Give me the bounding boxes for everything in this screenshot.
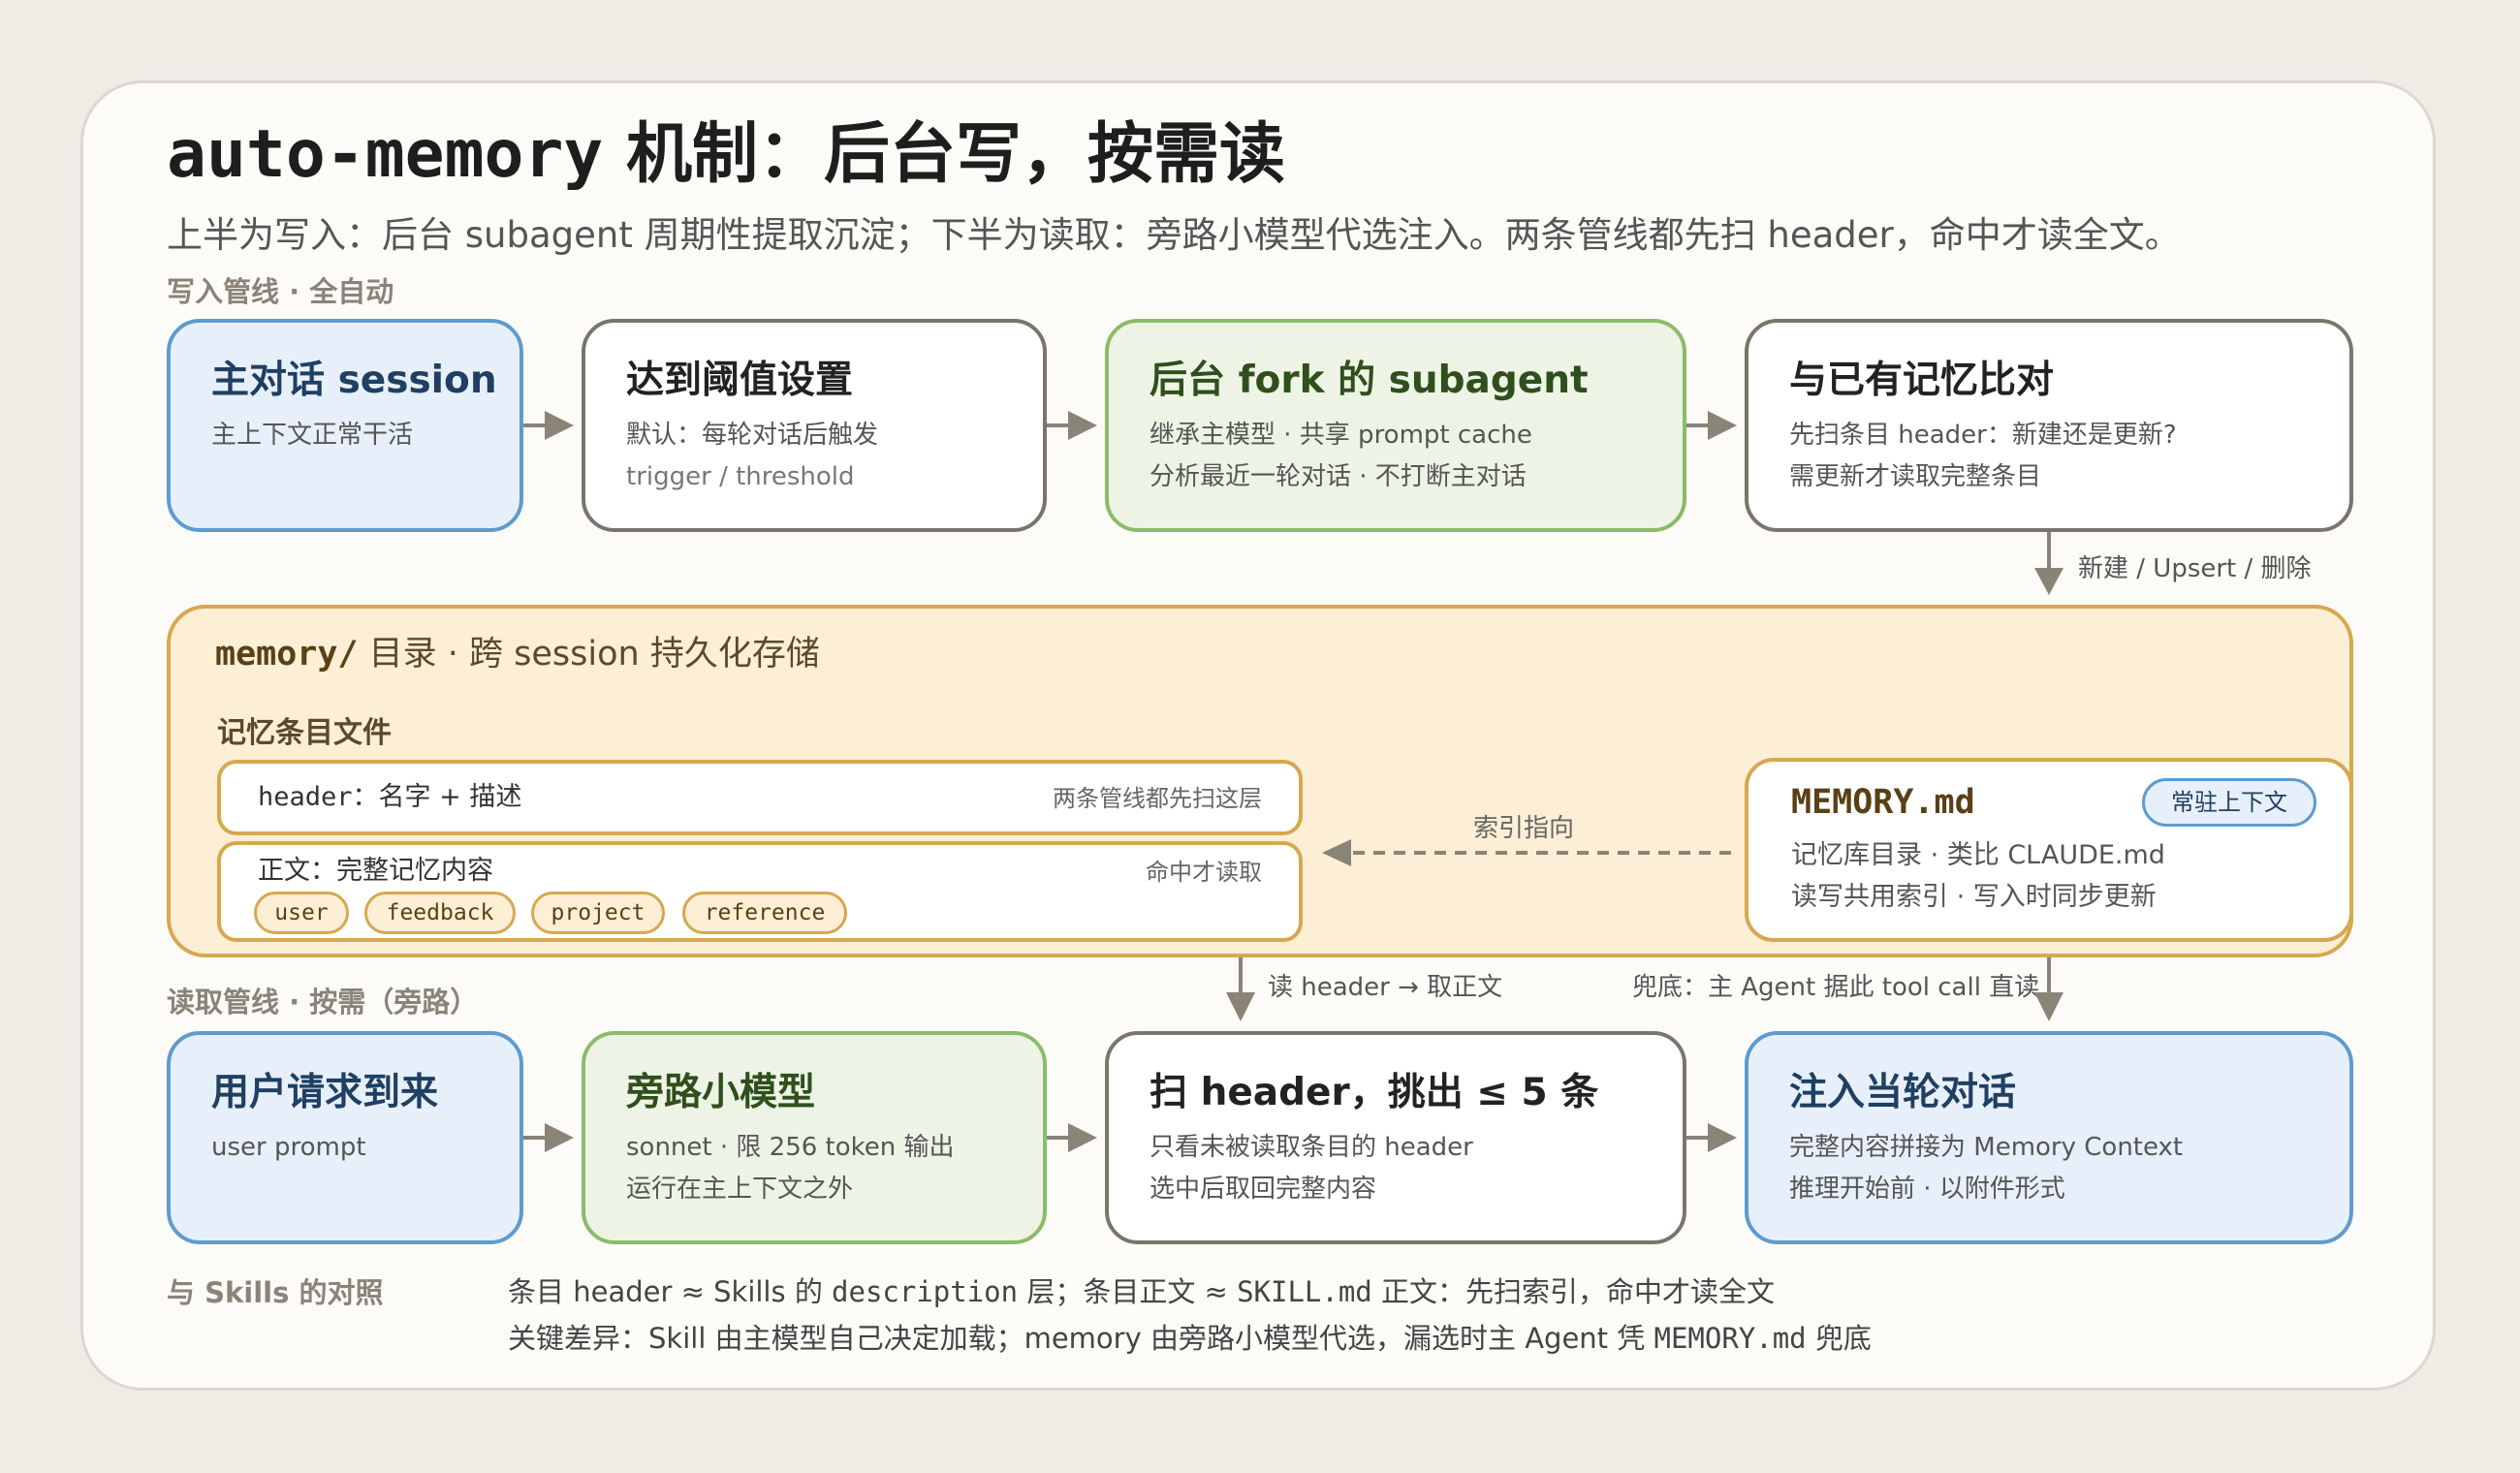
arrowhead-read-2 <box>1068 1123 1097 1152</box>
arrowhead-read-right <box>2034 992 2063 1021</box>
arrowhead-write-1 <box>545 411 574 440</box>
arrowhead-write-2 <box>1068 411 1097 440</box>
arrowhead-read-3 <box>1708 1123 1737 1152</box>
arrowhead-read-left <box>1226 992 1255 1021</box>
arrowhead-index-pointer <box>1322 839 1351 866</box>
arrowhead-read-1 <box>545 1123 574 1152</box>
arrowhead-store <box>2034 568 2063 595</box>
arrowhead-write-3 <box>1708 411 1737 440</box>
flow-arrows <box>523 411 2063 1152</box>
